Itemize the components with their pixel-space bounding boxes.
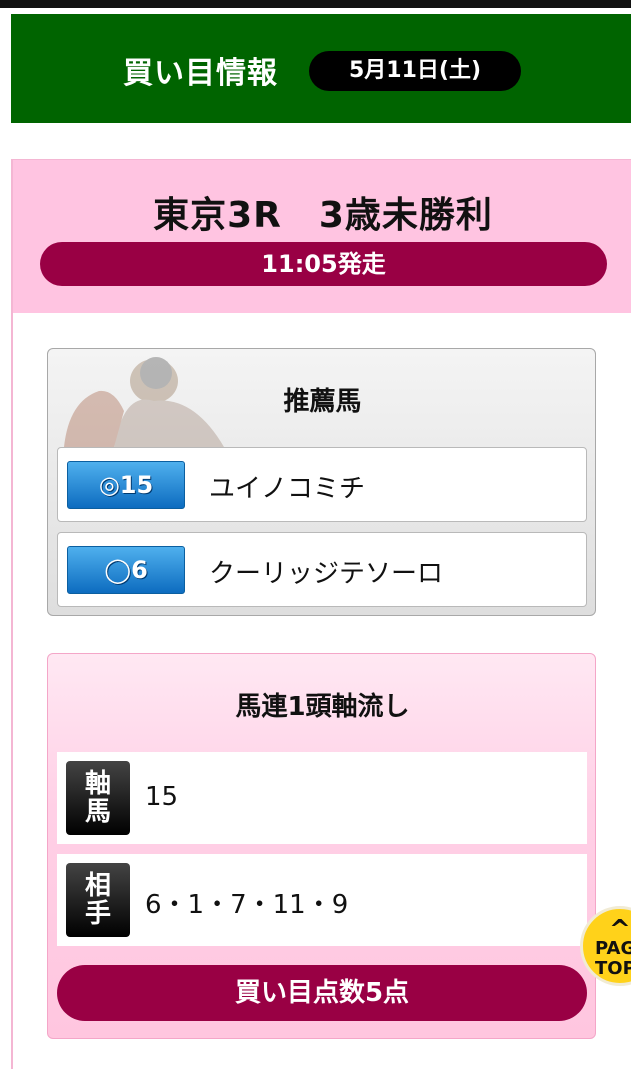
horse-name: ユイノコミチ (209, 474, 366, 504)
recommended-horses-panel: 推薦馬 ◎15 ユイノコミチ ◯6 クーリッジテソーロ (47, 348, 596, 616)
recommended-title: 推薦馬 (283, 387, 362, 417)
start-time-badge: 11:05発走 (40, 242, 607, 286)
partner-label: 相手 (66, 863, 130, 937)
bet-total-badge: 買い目点数5点 (57, 965, 587, 1021)
horse-mark-badge: ◎15 (67, 461, 185, 509)
horse-mark-badge: ◯6 (67, 546, 185, 594)
bet-row-axis: 軸馬 15 (57, 752, 587, 844)
axis-label: 軸馬 (66, 761, 130, 835)
page-title: 買い目情報 (123, 56, 278, 91)
race-title: 東京3R 3歳未勝利 (153, 195, 493, 236)
top-border (0, 0, 631, 8)
page-header: 買い目情報 5月11日(土) (11, 14, 631, 123)
axis-value: 15 (145, 782, 179, 812)
partner-value: 6・1・7・11・9 (145, 890, 349, 920)
horse-name: クーリッジテソーロ (209, 559, 444, 589)
bet-row-partner: 相手 6・1・7・11・9 (57, 854, 587, 946)
bet-panel: 馬連1頭軸流し 軸馬 15 相手 6・1・7・11・9 買い目点数5点 (47, 653, 596, 1039)
list-item: ◎15 ユイノコミチ (57, 447, 587, 522)
race-header: 東京3R 3歳未勝利 11:05発走 (13, 159, 631, 313)
page-top-label: PAGE TOP (595, 938, 631, 979)
bet-type-title: 馬連1頭軸流し (235, 692, 410, 722)
date-badge: 5月11日(土) (309, 51, 521, 91)
list-item: ◯6 クーリッジテソーロ (57, 532, 587, 607)
